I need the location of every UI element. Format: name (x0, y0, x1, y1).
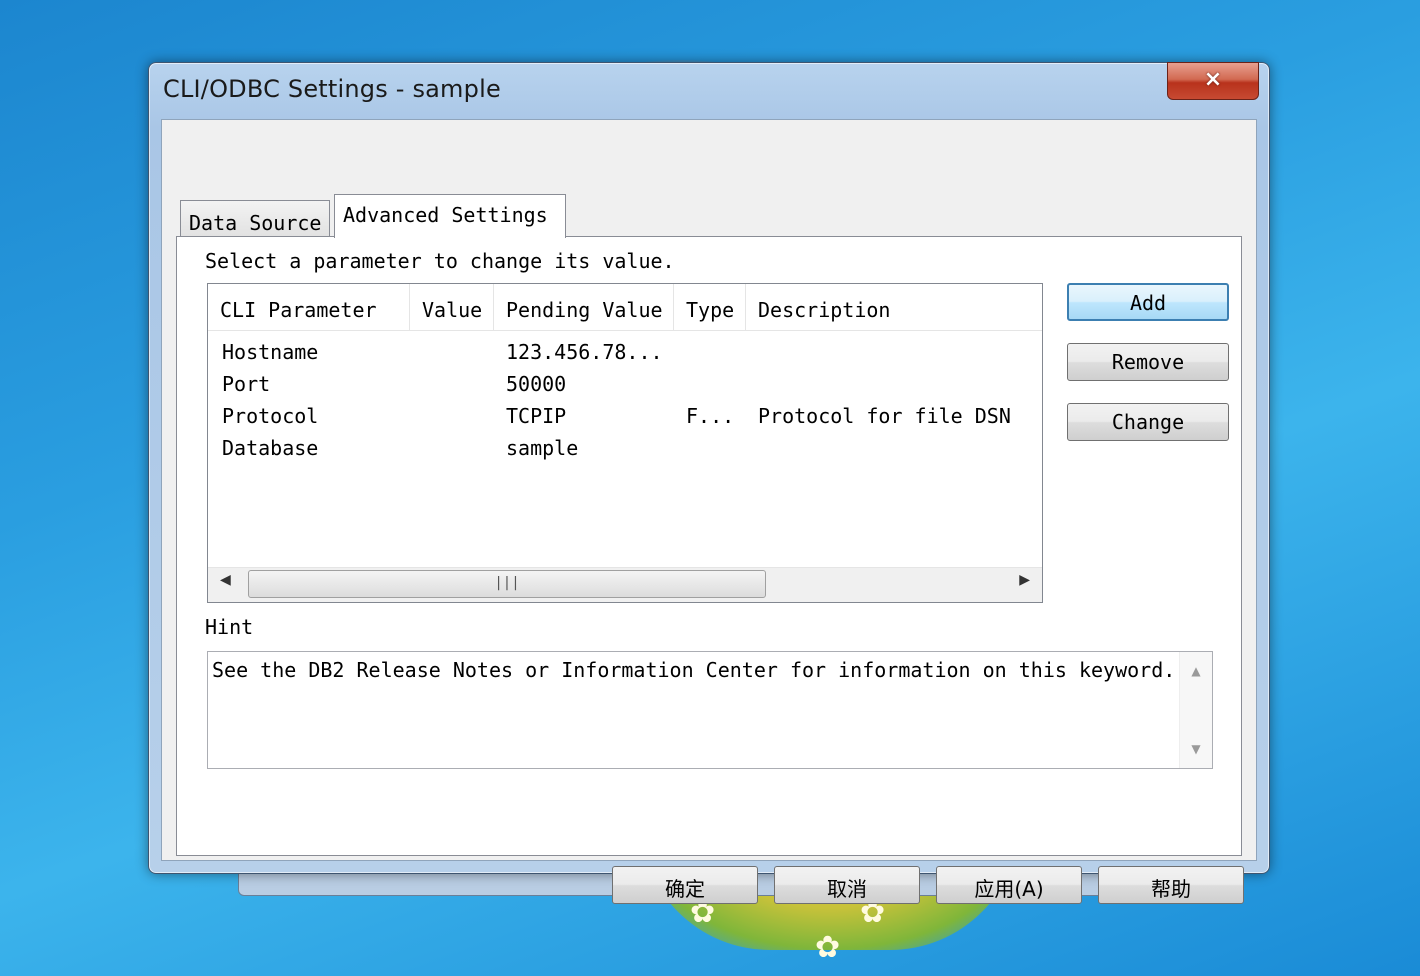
row-pending-value: 123.456.78... (506, 340, 663, 364)
row-pending-value: sample (506, 436, 579, 460)
scroll-up-icon[interactable]: ▲ (1180, 664, 1212, 678)
hint-text: See the DB2 Release Notes or Information… (212, 658, 1176, 682)
title-bar[interactable]: CLI/ODBC Settings - sample × (149, 62, 1269, 119)
close-button[interactable]: × (1167, 62, 1259, 100)
close-icon: × (1203, 67, 1223, 92)
row-pending-value: TCPIP (506, 404, 567, 428)
scroll-left-icon[interactable]: ◀ (220, 572, 231, 588)
scroll-down-icon[interactable]: ▼ (1180, 742, 1212, 756)
row-parameter: Port (222, 372, 271, 396)
window-title: CLI/ODBC Settings - sample (163, 75, 501, 103)
remove-button[interactable]: Remove (1067, 343, 1229, 381)
row-parameter: Database (222, 436, 319, 460)
column-header-pending-value[interactable]: Pending Value (494, 284, 674, 330)
table-row[interactable]: Protocol TCPIP F... Protocol for file DS… (208, 400, 1042, 432)
help-button[interactable]: 帮助 (1098, 866, 1244, 904)
hint-textbox[interactable]: See the DB2 Release Notes or Information… (207, 651, 1213, 769)
tab-data-source[interactable]: Data Source (180, 200, 330, 236)
row-description: Protocol for file DSN (758, 404, 1011, 428)
horizontal-scrollbar[interactable]: ◀ ||| ▶ (208, 567, 1042, 602)
column-header-description[interactable]: Description (746, 284, 1042, 330)
hint-vertical-scrollbar[interactable]: ▲ ▼ (1179, 652, 1212, 768)
ok-button[interactable]: 确定 (612, 866, 758, 904)
add-button[interactable]: Add (1067, 283, 1229, 321)
column-header-cli-parameter[interactable]: CLI Parameter (208, 284, 410, 330)
scroll-right-icon[interactable]: ▶ (1019, 572, 1030, 588)
column-header-type[interactable]: Type (674, 284, 746, 330)
instruction-text: Select a parameter to change its value. (205, 249, 675, 273)
scrollbar-grip-icon: ||| (494, 575, 520, 591)
change-button[interactable]: Change (1067, 403, 1229, 441)
row-parameter: Hostname (222, 340, 319, 364)
advanced-settings-panel: Select a parameter to change its value. … (176, 236, 1242, 856)
scrollbar-thumb[interactable]: ||| (248, 570, 766, 598)
dialog-client-area: Data Source Advanced Settings Select a p… (161, 119, 1257, 904)
wallpaper-petal: ✿ (815, 930, 841, 965)
column-header-value[interactable]: Value (410, 284, 494, 330)
table-row[interactable]: Database sample (208, 432, 1042, 464)
table-row[interactable]: Hostname 123.456.78... (208, 336, 1042, 368)
tab-advanced-settings[interactable]: Advanced Settings (334, 194, 566, 238)
row-type: F... (686, 404, 735, 428)
cli-odbc-settings-dialog: CLI/ODBC Settings - sample × Data Source… (148, 62, 1270, 904)
table-row[interactable]: Port 50000 (208, 368, 1042, 400)
row-pending-value: 50000 (506, 372, 567, 396)
parameters-list[interactable]: CLI Parameter Value Pending Value Type D… (207, 283, 1043, 603)
list-header: CLI Parameter Value Pending Value Type D… (208, 284, 1042, 331)
apply-button[interactable]: 应用(A) (936, 866, 1082, 904)
row-parameter: Protocol (222, 404, 319, 428)
cancel-button[interactable]: 取消 (774, 866, 920, 904)
hint-label: Hint (205, 615, 254, 639)
